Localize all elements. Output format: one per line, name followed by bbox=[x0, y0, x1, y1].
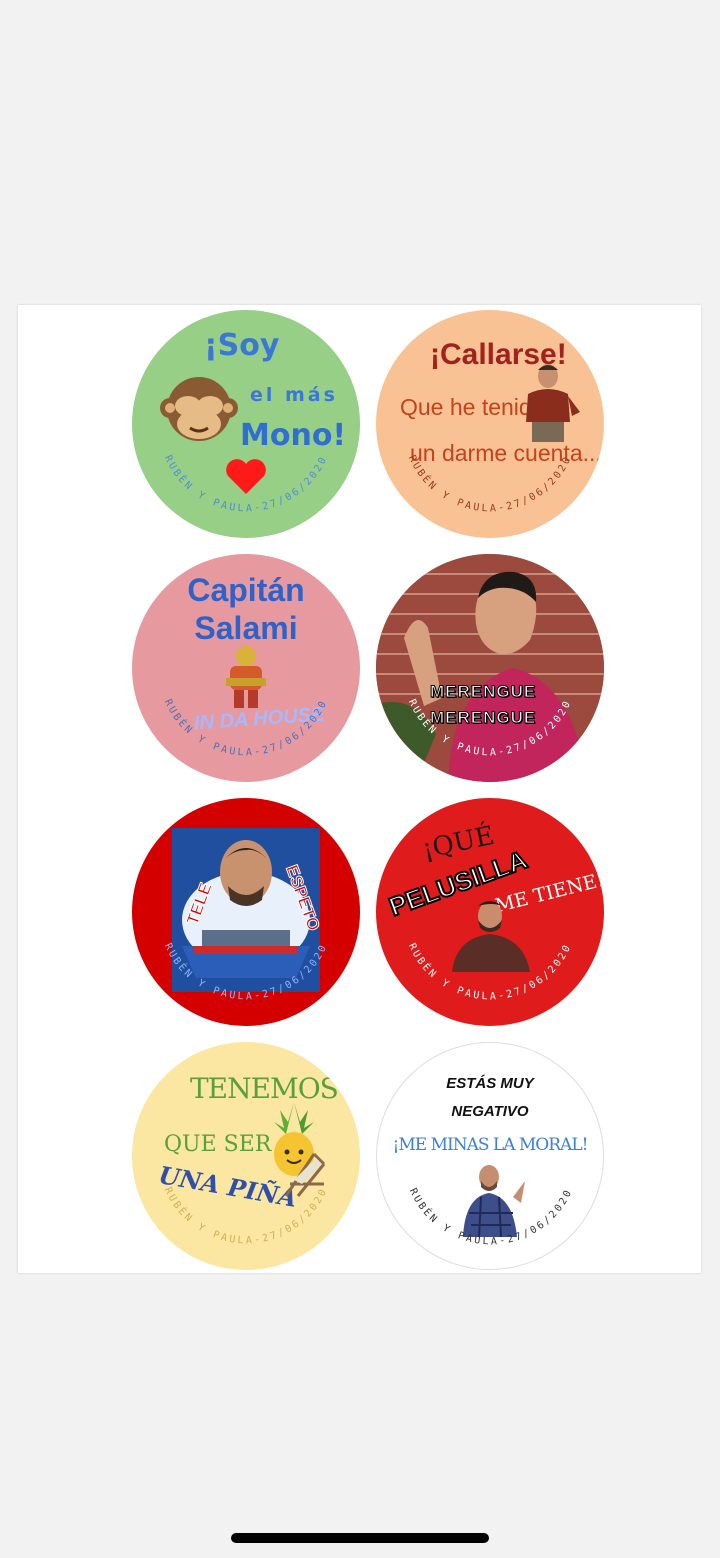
sticker-footer-arc: RUBÉN Y PAULA-27/06/2020 bbox=[162, 454, 330, 515]
sticker-salami[interactable]: Capitán Salami IN DA HOUSE RUBÉN Y PAULA… bbox=[132, 554, 360, 782]
sticker-footer: RUBÉN Y PAULA-27/06/2020 bbox=[407, 1187, 573, 1248]
sticker-footer: RUBÉN Y PAULA-27/06/2020 bbox=[162, 942, 328, 1003]
sticker-callarse[interactable]: ¡Callarse! Que he tenido un darme cuenta… bbox=[376, 310, 604, 538]
svg-text:RUBÉN Y PAULA-27/06/2020: RUBÉN Y PAULA-27/06/2020 bbox=[162, 1186, 330, 1247]
svg-text:RUBÉN Y PAULA-27/06/2020: RUBÉN Y PAULA-27/06/2020 bbox=[406, 454, 574, 515]
sticker-merengue[interactable]: MERENGUE MERENGUE RUBÉN Y PAULA-27/06/20… bbox=[376, 554, 604, 782]
sticker-footer-arc: RUBÉN Y PAULA-27/06/2020 bbox=[162, 1186, 330, 1247]
sticker-footer-arc: RUBÉN Y PAULA-27/06/2020 bbox=[406, 942, 574, 1003]
svg-text:RUBÉN Y PAULA-27/06/2020: RUBÉN Y PAULA-27/06/2020 bbox=[162, 942, 330, 1003]
sticker-pelusilla[interactable]: ¡QUÉ PELUSILLA ME TIENE! RUBÉN Y PAULA-2… bbox=[376, 798, 604, 1026]
home-indicator[interactable] bbox=[231, 1533, 489, 1543]
sticker-footer: RUBÉN Y PAULA-27/06/2020 bbox=[162, 698, 328, 759]
svg-text:RUBÉN Y PAULA-27/06/2020: RUBÉN Y PAULA-27/06/2020 bbox=[162, 454, 330, 515]
sticker-footer: RUBÉN Y PAULA-27/06/2020 bbox=[162, 454, 328, 515]
svg-text:RUBÉN Y PAULA-27/06/2020: RUBÉN Y PAULA-27/06/2020 bbox=[406, 698, 574, 759]
sticker-negativo[interactable]: ESTÁS MUY NEGATIVO ¡ME MINAS LA MORAL! R… bbox=[376, 1042, 604, 1270]
sticker-pina[interactable]: TENEMOS QUE SER UNA PIÑA RUBÉN Y PAULA-2… bbox=[132, 1042, 360, 1270]
svg-text:RUBÉN Y PAULA-27/06/2020: RUBÉN Y PAULA-27/06/2020 bbox=[407, 1187, 575, 1248]
sticker-mono[interactable]: ¡Soy el más Mono! RUBÉN Y PAULA-27/06/20… bbox=[132, 310, 360, 538]
sticker-espeto[interactable]: TELE ESPETO RUBÉN Y PAULA-27/06/2020 bbox=[132, 798, 360, 1026]
sticker-footer-arc: RUBÉN Y PAULA-27/06/2020 bbox=[406, 698, 574, 759]
sticker-footer: RUBÉN Y PAULA-27/06/2020 bbox=[162, 1186, 328, 1247]
svg-text:RUBÉN Y PAULA-27/06/2020: RUBÉN Y PAULA-27/06/2020 bbox=[162, 698, 330, 759]
sticker-footer: RUBÉN Y PAULA-27/06/2020 bbox=[406, 454, 572, 515]
sticker-footer: RUBÉN Y PAULA-27/06/2020 bbox=[406, 942, 572, 1003]
sticker-footer-arc: RUBÉN Y PAULA-27/06/2020 bbox=[406, 454, 574, 515]
sticker-sheet: ¡Soy el más Mono! RUBÉN Y PAULA-27/06/20… bbox=[18, 305, 701, 1273]
sticker-footer: RUBÉN Y PAULA-27/06/2020 bbox=[406, 698, 572, 759]
svg-text:RUBÉN Y PAULA-27/06/2020: RUBÉN Y PAULA-27/06/2020 bbox=[406, 942, 574, 1003]
sticker-footer-arc: RUBÉN Y PAULA-27/06/2020 bbox=[162, 942, 330, 1003]
sticker-footer-arc: RUBÉN Y PAULA-27/06/2020 bbox=[407, 1187, 575, 1248]
sticker-footer-arc: RUBÉN Y PAULA-27/06/2020 bbox=[162, 698, 330, 759]
